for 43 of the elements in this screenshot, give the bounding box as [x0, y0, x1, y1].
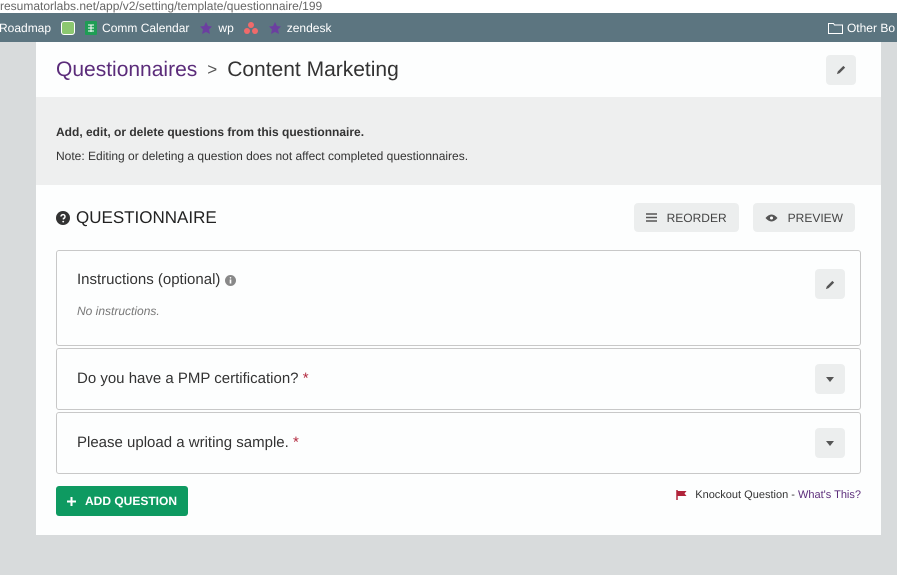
- reorder-button[interactable]: REORDER: [634, 203, 739, 232]
- edit-button[interactable]: [826, 54, 856, 84]
- bookmark[interactable]: Roadmap: [0, 18, 52, 36]
- star-icon: [199, 20, 214, 34]
- question-text: Please upload a writing sample. *: [77, 432, 299, 453]
- plus-icon: [67, 496, 76, 506]
- caret-icon: [826, 376, 834, 382]
- spreadsheet-icon: [85, 20, 98, 34]
- info-icon: [225, 274, 236, 286]
- url-text: resumatorlabs.net/app/v2/setting/template/questionnaire/199: [0, 0, 322, 13]
- page-title: Content Marketing: [227, 56, 399, 83]
- notice-title: Add, edit, or delete questions from this questionnaire.: [56, 124, 366, 141]
- breadcrumb-link[interactable]: Questionnaires: [56, 54, 198, 86]
- preview-button[interactable]: PREVIEW: [752, 203, 855, 232]
- notice-text: Note: Editing or deleting a question does not affect completed questionnaires.: [56, 148, 470, 165]
- list-icon: [646, 213, 657, 222]
- section-title: QUESTIONNAIRE: [76, 206, 217, 229]
- dots-icon: [244, 22, 258, 34]
- expand-button[interactable]: [815, 428, 845, 458]
- pencil-icon: [824, 278, 836, 290]
- whats-this-link[interactable]: What's This?: [798, 488, 861, 501]
- pencil-icon: [836, 64, 846, 75]
- instructions-title: Instructions (optional): [77, 270, 220, 290]
- add-question-button[interactable]: ADD QUESTION: [56, 486, 188, 516]
- other-bookmarks[interactable]: Other Bo: [828, 18, 895, 36]
- flag-icon: [676, 490, 688, 500]
- caret-icon: [826, 440, 834, 446]
- legend-text: Knockout Question - What's This?: [695, 488, 861, 503]
- folder-icon: [828, 22, 843, 34]
- address-bar[interactable]: resumatorlabs.net/app/v2/setting/template/questionnaire/199: [0, 0, 897, 13]
- question-text: Do you have a PMP certification? *: [77, 368, 309, 389]
- expand-button[interactable]: [815, 364, 845, 394]
- bookmark[interactable]: zendesk: [268, 18, 332, 36]
- bookmark[interactable]: [61, 20, 76, 34]
- eye-icon: [764, 214, 778, 222]
- star-icon: [268, 20, 282, 34]
- bookmark[interactable]: wp: [199, 18, 234, 36]
- bookmark[interactable]: Comm Calendar: [85, 18, 190, 36]
- instructions-text: No instructions.: [77, 302, 161, 320]
- help-icon: [56, 210, 70, 224]
- app-icon: [61, 20, 76, 34]
- edit-button[interactable]: [815, 269, 845, 299]
- breadcrumb-separator: >: [207, 58, 218, 81]
